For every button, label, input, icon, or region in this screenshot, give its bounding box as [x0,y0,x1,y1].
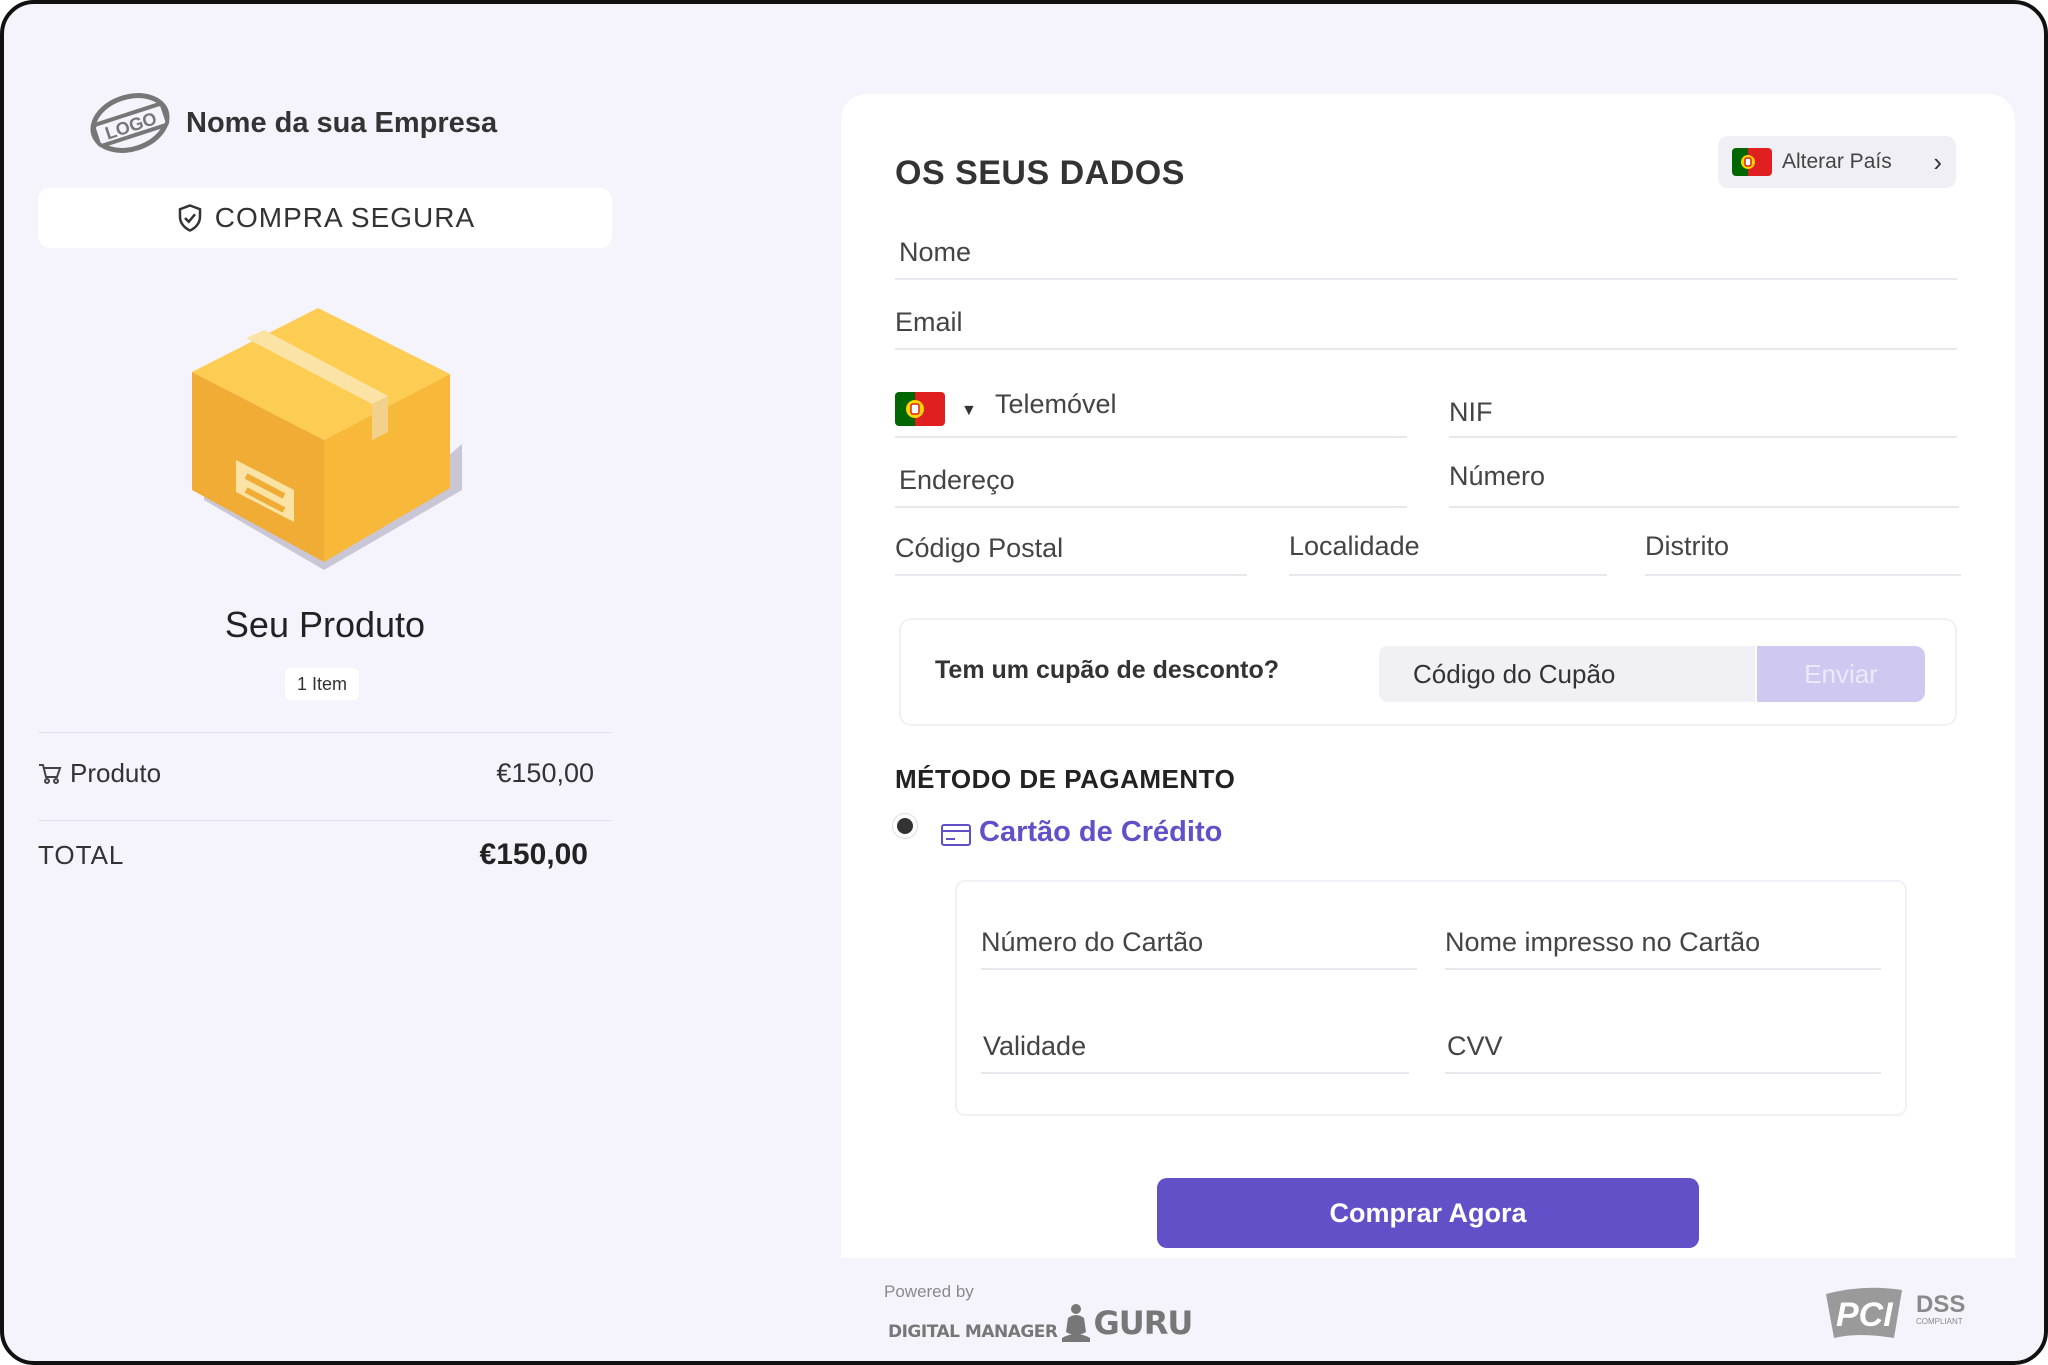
locality-field[interactable]: Localidade [1289,522,1607,576]
summary-product-row: Produto €150,00 [38,758,594,789]
buy-now-button[interactable]: Comprar Agora [1157,1178,1699,1248]
email-placeholder: Email [895,307,963,337]
card-name-field[interactable]: Nome impresso no Cartão [1445,904,1881,970]
change-country-button[interactable]: Alterar País › [1718,136,1956,188]
item-count-badge: 1 Item [285,668,360,700]
svg-text:DSS: DSS [1916,1291,1965,1318]
pci-dss-icon: PCI DSS COMPLIANT [1826,1287,1965,1338]
dmg-brand-text: DIGITAL MANAGER [888,1322,1058,1342]
card-number-placeholder: Número do Cartão [981,927,1204,957]
powered-by-label: Powered by [884,1282,974,1301]
credit-card-label[interactable]: Cartão de Crédito [979,816,1222,849]
expiry-placeholder: Validade [983,1031,1087,1061]
coupon-question: Tem um cupão de desconto? [935,656,1280,684]
guru-figure-icon [1061,1304,1090,1342]
card-name-placeholder: Nome impresso no Cartão [1445,927,1761,957]
checkout-form-card: OS SEUS DADOS Alterar País › Nome Email … [841,94,2015,1258]
package-box-icon [192,308,462,570]
postal-code-field[interactable]: Código Postal [895,522,1247,576]
payment-method-title: MÉTODO DE PAGAMENTO [895,764,1236,794]
digital-manager-guru-logo: DIGITAL MANAGER GURU [888,1302,1194,1342]
phone-field[interactable]: Telemóvel [895,364,1407,438]
brand-header: LOGO Nome da sua Empresa [88,90,497,156]
svg-text:PCI: PCI [1836,1296,1894,1334]
credit-card-icon [941,824,971,846]
summary-total-row: TOTAL €150,00 [38,838,588,872]
number-field[interactable]: Número [1449,450,1959,508]
credit-card-radio[interactable] [897,818,913,834]
coupon-code-input[interactable] [1379,646,1755,702]
svg-text:COMPLIANT: COMPLIANT [1916,1317,1963,1326]
nif-field[interactable]: NIF [1449,364,1957,438]
locality-placeholder: Localidade [1289,531,1420,561]
divider [38,820,612,821]
total-label: TOTAL [38,839,125,870]
card-details-box: Número do Cartão Nome impresso no Cartão… [955,880,1907,1116]
address-field[interactable]: Endereço [895,454,1407,508]
card-number-field[interactable]: Número do Cartão [981,904,1417,970]
divider [38,732,612,733]
cart-icon [39,763,62,784]
nif-placeholder: NIF [1449,397,1493,427]
name-placeholder: Nome [899,237,972,267]
cvv-field[interactable]: CVV [1445,1008,1881,1074]
district-field[interactable]: Distrito [1645,522,1961,576]
checkout-window: LOGO Nome da sua Empresa COMPRA SEGURA S… [0,0,2048,1365]
number-placeholder: Número [1449,461,1546,491]
name-field[interactable]: Nome [895,220,1957,280]
secure-purchase-bar: COMPRA SEGURA [38,188,612,248]
section-title-your-data: OS SEUS DADOS [895,154,1185,192]
product-name: Seu Produto [224,604,426,645]
coupon-submit-button[interactable]: Enviar [1757,646,1925,702]
address-placeholder: Endereço [899,465,1015,495]
postal-code-placeholder: Código Postal [895,533,1064,563]
coupon-section: Tem um cupão de desconto? Enviar [899,618,1957,726]
secure-label: COMPRA SEGURA [214,202,476,233]
phone-placeholder: Telemóvel [995,389,1117,419]
cvv-placeholder: CVV [1447,1031,1503,1061]
product-line-label: Produto [70,758,162,788]
district-placeholder: Distrito [1645,531,1730,561]
logo-icon: LOGO [90,93,170,153]
email-field[interactable]: Email [895,290,1957,350]
product-line-price: €150,00 [496,758,594,788]
total-value: €150,00 [479,838,588,871]
change-country-label: Alterar País [1782,150,1892,173]
chevron-right-icon: › [1933,146,1942,177]
company-name: Nome da sua Empresa [186,106,498,139]
portugal-flag-icon [1732,148,1772,176]
shield-check-icon [178,204,202,232]
guru-brand-text: GURU [1093,1304,1194,1342]
expiry-field[interactable]: Validade [981,1008,1409,1074]
